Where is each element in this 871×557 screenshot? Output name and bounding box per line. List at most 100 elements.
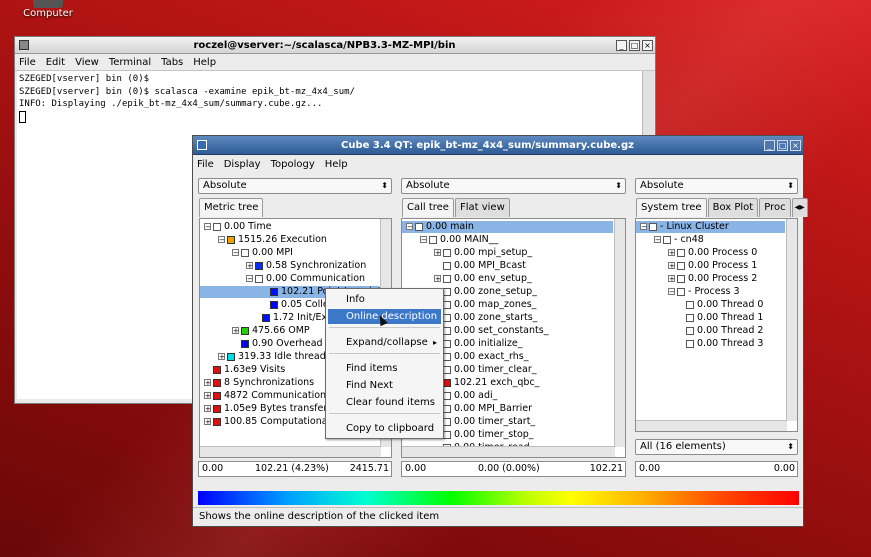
tree-row[interactable]: − 1515.26 Execution [218, 234, 327, 246]
tree-row[interactable]: 0.00 timer_stop_ [443, 429, 534, 441]
menu-terminal[interactable]: Terminal [109, 57, 151, 68]
tree-row[interactable]: 0.00 set_constants_ [443, 325, 548, 337]
menu-display[interactable]: Display [224, 159, 261, 170]
tree-row[interactable]: +0.00 env_setup_ [434, 273, 532, 285]
tree-row[interactable]: +1.05e9 Bytes transferred [204, 403, 343, 415]
call-tree-vscroll[interactable] [614, 219, 625, 447]
system-tree-hscroll[interactable] [636, 420, 787, 431]
menu-item-clear-found[interactable]: Clear found items [328, 395, 441, 410]
call-value-mode-select[interactable]: Absolute ⬍ [401, 178, 626, 194]
expand-icon[interactable]: + [434, 249, 441, 257]
tab-system-tree[interactable]: System tree [636, 198, 707, 217]
menu-file[interactable]: File [197, 159, 214, 170]
tree-row[interactable]: 0.00 initialize_ [443, 338, 523, 350]
tree-row[interactable]: 0.00 timer_start_ [443, 416, 535, 428]
collapse-icon[interactable]: − [654, 236, 661, 244]
system-tree[interactable]: − - Linux Cluster − - cn48 +0.00 Process 0… [635, 218, 798, 432]
close-icon[interactable]: × [642, 39, 653, 51]
expand-icon[interactable]: + [246, 262, 253, 270]
menu-view[interactable]: View [75, 57, 99, 68]
tree-row[interactable]: +4872 Communications [204, 390, 331, 402]
expand-icon[interactable]: + [668, 262, 675, 270]
menu-item-copy-clipboard[interactable]: Copy to clipboard [328, 421, 441, 436]
tab-metric-tree[interactable]: Metric tree [199, 198, 264, 217]
menu-help[interactable]: Help [325, 159, 348, 170]
expand-icon[interactable]: + [204, 418, 211, 426]
tree-row[interactable]: +0.00 mpi_setup_ [434, 247, 532, 259]
call-tree-hscroll[interactable] [402, 446, 615, 457]
metric-value-mode-select[interactable]: Absolute ⬍ [198, 178, 392, 194]
tree-row-selected[interactable]: − - Linux Cluster [636, 221, 785, 233]
tab-call-tree[interactable]: Call tree [402, 198, 454, 217]
menu-help[interactable]: Help [193, 57, 216, 68]
tree-row[interactable]: +0.00 Process 1 [668, 260, 757, 272]
tab-flat-view[interactable]: Flat view [454, 198, 510, 217]
tree-row[interactable]: − 0.00 MAIN__ [420, 234, 498, 246]
computer-desktop-icon[interactable]: Computer [8, 0, 88, 19]
close-icon[interactable]: × [790, 139, 801, 151]
expand-icon[interactable]: + [204, 405, 211, 413]
metric-tree-hscroll[interactable] [200, 446, 381, 457]
expand-icon[interactable]: + [668, 275, 675, 283]
tree-row[interactable]: − 0.00 Time [204, 221, 271, 233]
expand-icon[interactable]: + [204, 379, 211, 387]
system-selection-select[interactable]: All (16 elements) ⬍ [635, 439, 798, 455]
maximize-icon[interactable]: □ [777, 139, 788, 151]
tree-row[interactable]: 0.00 exact_rhs_ [443, 351, 528, 363]
tree-row[interactable]: − - Process 3 [668, 286, 740, 298]
tree-row[interactable]: +0.00 Process 0 [668, 247, 757, 259]
collapse-icon[interactable]: − [246, 275, 253, 283]
tree-row[interactable]: 0.00 zone_setup_ [443, 286, 537, 298]
tree-row[interactable]: +8 Synchronizations [204, 377, 314, 389]
tree-row[interactable]: 0.00 Thread 2 [686, 325, 763, 337]
system-value-mode-select[interactable]: Absolute ⬍ [635, 178, 798, 194]
tree-row[interactable]: +0.58 Synchronization [246, 260, 366, 272]
tab-box-plot[interactable]: Box Plot [707, 198, 759, 217]
collapse-icon[interactable]: − [218, 236, 225, 244]
tree-row[interactable]: 1.63e9 Visits [204, 364, 285, 376]
minimize-icon[interactable]: _ [764, 139, 775, 151]
tree-row[interactable]: 0.00 Thread 1 [686, 312, 763, 324]
tree-row[interactable]: 0.00 map_zones_ [443, 299, 536, 311]
collapse-icon[interactable]: − [232, 249, 239, 257]
tab-scroll-arrows-icon[interactable]: ◂▸ [791, 198, 808, 217]
expand-icon[interactable]: + [204, 392, 211, 400]
tree-row[interactable]: 0.90 Overhead [232, 338, 323, 350]
tree-row[interactable]: 0.00 Thread 3 [686, 338, 763, 350]
tree-row[interactable]: − - cn48 [654, 234, 704, 246]
collapse-icon[interactable]: − [420, 236, 427, 244]
expand-icon[interactable]: + [218, 353, 225, 361]
tree-row[interactable]: 1.72 Init/Exit [262, 312, 334, 324]
collapse-icon[interactable]: − [406, 223, 413, 231]
minimize-icon[interactable]: _ [616, 39, 627, 51]
tree-row-selected[interactable]: − 0.00 main [402, 221, 613, 233]
tree-row[interactable]: 0.00 timer_clear_ [443, 364, 536, 376]
tree-row[interactable]: 0.00 MPI_Barrier [443, 403, 532, 415]
tree-row[interactable]: − 0.00 Communication [246, 273, 365, 285]
system-tree-vscroll[interactable] [786, 219, 797, 421]
maximize-icon[interactable]: □ [629, 39, 640, 51]
menu-item-expand-collapse[interactable]: Expand/collapse ▸ [328, 335, 441, 350]
tree-row[interactable]: − 0.00 MPI [232, 247, 293, 259]
expand-icon[interactable]: + [434, 275, 441, 283]
tree-row[interactable]: +319.33 Idle threads [218, 351, 331, 363]
tree-row[interactable]: 102.21 exch_qbc_ [443, 377, 539, 389]
collapse-icon[interactable]: − [640, 223, 647, 231]
tab-process[interactable]: Proc [759, 198, 791, 217]
expand-icon[interactable]: + [232, 327, 239, 335]
terminal-titlebar[interactable]: roczel@vserver:~/scalasca/NPB3.3-MZ-MPI/… [15, 37, 655, 54]
collapse-icon[interactable]: − [668, 288, 675, 296]
tree-row[interactable]: 0.00 Thread 0 [686, 299, 763, 311]
cube-titlebar[interactable]: Cube 3.4 QT: epik_bt-mz_4x4_sum/summary.… [193, 136, 803, 155]
menu-tabs[interactable]: Tabs [161, 57, 183, 68]
tree-row[interactable]: 0.00 MPI_Bcast [443, 260, 526, 272]
menu-item-info[interactable]: Info [328, 292, 441, 307]
menu-item-find-next[interactable]: Find Next [328, 378, 441, 393]
menu-item-find-items[interactable]: Find items [328, 361, 441, 376]
tree-row[interactable]: 0.00 zone_starts_ [443, 312, 537, 324]
tree-row[interactable]: +475.66 OMP [232, 325, 310, 337]
tree-row[interactable]: +0.00 Process 2 [668, 273, 757, 285]
expand-icon[interactable]: + [668, 249, 675, 257]
menu-file[interactable]: File [19, 57, 36, 68]
menu-topology[interactable]: Topology [271, 159, 315, 170]
